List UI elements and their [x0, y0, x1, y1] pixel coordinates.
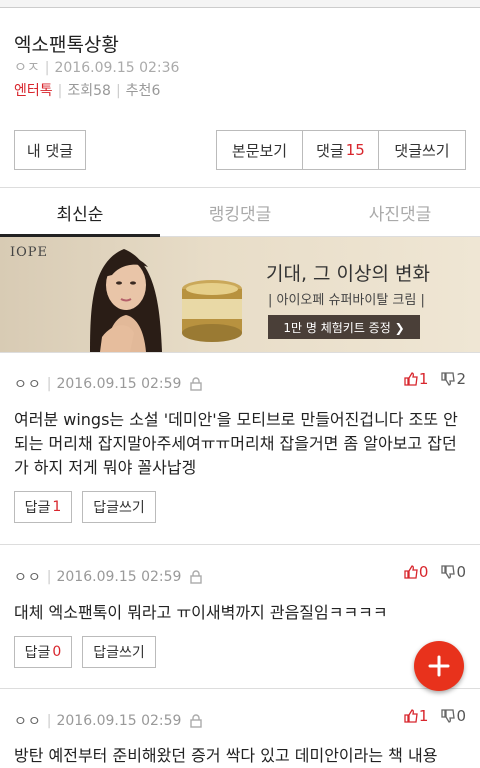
floating-write-button[interactable]: [414, 641, 464, 691]
post-author: ㅇㅈ: [14, 60, 40, 76]
lock-icon: [190, 377, 203, 391]
ad-banner[interactable]: IOPE 기대, 그 이상의 변화 | 아이오페 슈퍼바이탈 크림 | 1만 명…: [0, 237, 480, 352]
ad-cta-button[interactable]: 1만 명 체험키트 증정 ❯: [268, 315, 420, 339]
comment-votes: 1 2: [403, 370, 466, 388]
comment-author: ㅇㅇ: [14, 570, 42, 586]
comment-meta: ㅇㅇ | 2016.09.15 02:59: [14, 711, 203, 731]
comment-votes: 1 0: [403, 707, 466, 725]
ad-product-image: [182, 280, 242, 342]
sort-tabs: 최신순 랭킹댓글 사진댓글: [0, 189, 480, 237]
comment-date: 2016.09.15 02:59: [56, 713, 182, 729]
thumbs-up-icon: [404, 565, 418, 579]
tab-ranking[interactable]: 랭킹댓글: [160, 189, 320, 236]
comment-author: ㅇㅇ: [14, 377, 42, 393]
section-divider: [0, 187, 480, 188]
post-title: 엑소팬톡상황: [14, 34, 119, 56]
downvote-count: 0: [456, 707, 466, 725]
upvote-button[interactable]: 0: [403, 563, 429, 581]
tab-latest[interactable]: 최신순: [0, 189, 160, 237]
post-author-meta: ㅇㅈ | 2016.09.15 02:36: [14, 60, 180, 76]
ad-subline: | 아이오페 슈퍼바이탈 크림 |: [268, 293, 425, 308]
tab-ranking-label: 랭킹댓글: [208, 205, 272, 225]
post-category[interactable]: 엔터톡: [14, 83, 53, 99]
view-post-button[interactable]: 본문보기: [217, 131, 303, 169]
comment-date: 2016.09.15 02:59: [56, 569, 182, 585]
downvote-count: 0: [456, 563, 466, 581]
views-label: 조회: [67, 83, 94, 99]
comment-divider: [0, 352, 480, 353]
tab-photo-label: 사진댓글: [368, 205, 432, 225]
write-reply-label: 답글쓰기: [93, 645, 145, 661]
thumbs-down-icon: [441, 565, 456, 579]
plus-icon: [428, 655, 450, 677]
comments-count: 15: [345, 141, 365, 159]
view-post-label: 본문보기: [231, 141, 288, 160]
recommend-count: 6: [151, 83, 161, 99]
top-bar: [0, 0, 480, 8]
lock-icon: [190, 570, 203, 584]
downvote-button[interactable]: 0: [440, 707, 466, 725]
ad-headline: 기대, 그 이상의 변화: [266, 263, 430, 285]
thumbs-up-icon: [404, 709, 418, 723]
reply-button[interactable]: 답글 1: [14, 491, 72, 523]
write-reply-button[interactable]: 답글쓰기: [82, 636, 156, 668]
thumbs-down-icon: [441, 709, 456, 723]
upvote-button[interactable]: 1: [403, 370, 429, 388]
reply-count: 1: [52, 499, 62, 515]
thumbs-up-icon: [404, 372, 418, 386]
comment-author: ㅇㅇ: [14, 714, 42, 730]
ad-brand-logo: IOPE: [10, 245, 49, 260]
comment-body: 방탄 예전부터 준비해왔던 증거 싹다 있고 데미안이라는 책 내용: [14, 746, 438, 765]
comment-meta: ㅇㅇ | 2016.09.15 02:59: [14, 567, 203, 587]
ad-cta-label: 1만 명 체험키트 증정 ❯: [283, 320, 405, 335]
comment-votes: 0 0: [403, 563, 466, 581]
reply-label: 답글: [24, 645, 51, 661]
write-reply-button[interactable]: 답글쓰기: [82, 491, 156, 523]
downvote-button[interactable]: 0: [440, 563, 466, 581]
upvote-count: 1: [418, 370, 429, 388]
downvote-button[interactable]: 2: [440, 370, 466, 388]
comment-meta: ㅇㅇ | 2016.09.15 02:59: [14, 374, 203, 394]
comment-date: 2016.09.15 02:59: [56, 376, 182, 392]
thumbs-down-icon: [441, 372, 456, 386]
comment-divider: [0, 544, 480, 545]
recommend-label: 추천: [125, 83, 152, 99]
lock-icon: [190, 714, 203, 728]
reply-label: 답글: [24, 500, 51, 516]
comments-button[interactable]: 댓글 15: [303, 131, 379, 169]
upvote-button[interactable]: 1: [403, 707, 429, 725]
downvote-count: 2: [456, 370, 466, 388]
post-date: 2016.09.15 02:36: [54, 60, 180, 76]
comments-label: 댓글: [316, 141, 344, 160]
upvote-count: 0: [418, 563, 429, 581]
reply-button[interactable]: 답글 0: [14, 636, 72, 668]
post-stats: 엔터톡 | 조회58 | 추천6: [14, 83, 161, 99]
write-reply-label: 답글쓰기: [93, 500, 145, 516]
post-action-group: 본문보기 댓글 15 댓글쓰기: [216, 130, 466, 170]
my-comments-button[interactable]: 내 댓글: [14, 130, 86, 170]
write-comment-button[interactable]: 댓글쓰기: [379, 131, 465, 169]
upvote-count: 1: [418, 707, 429, 725]
comment-body: 대체 엑소팬톡이 뭐라고 ㅠ이새벽까지 관음질임ㅋㅋㅋㅋ: [14, 603, 388, 622]
write-comment-label: 댓글쓰기: [394, 141, 450, 160]
ad-model-image: [90, 249, 162, 352]
views-count: 58: [93, 83, 111, 99]
my-comments-label: 내 댓글: [26, 141, 74, 160]
tab-latest-label: 최신순: [56, 205, 104, 225]
reply-count: 0: [52, 644, 62, 660]
comment-divider: [0, 688, 480, 689]
tab-photo[interactable]: 사진댓글: [320, 189, 480, 236]
comment-body: 여러분 wings는 소설 '데미안'을 모티브로 만들어진겁니다 조또 안되는…: [14, 410, 458, 477]
